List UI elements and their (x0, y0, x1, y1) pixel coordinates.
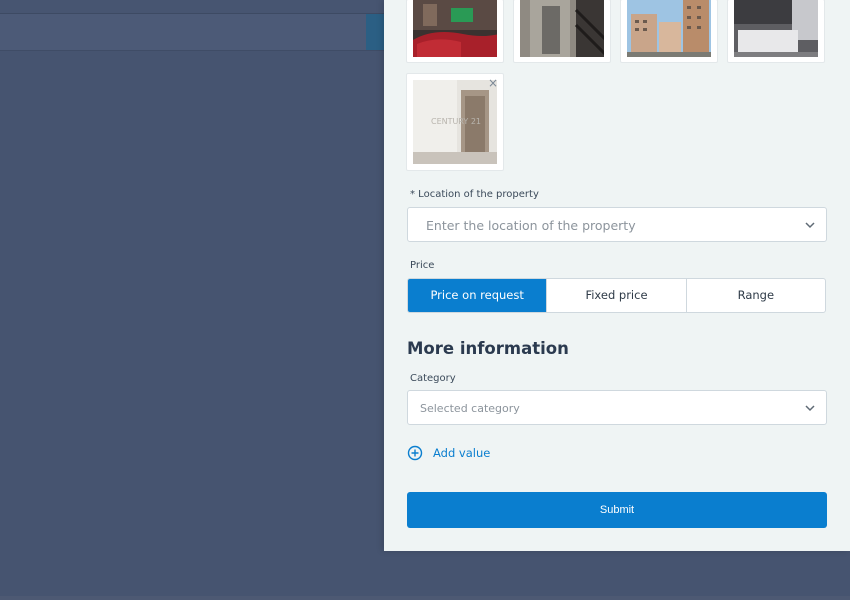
background-top-bar (0, 0, 384, 14)
category-label: Category (410, 373, 456, 384)
photo-thumbnail-stairwell[interactable] (513, 0, 611, 63)
chevron-down-icon (805, 405, 815, 412)
price-option-on-request[interactable]: Price on request (408, 279, 547, 312)
add-value-label: Add value (433, 446, 491, 460)
photo-living-room (413, 0, 497, 57)
remove-photo-icon[interactable]: × (486, 76, 500, 90)
photo-hallway: CENTURY 21 (413, 80, 497, 164)
submit-button[interactable]: Submit (407, 492, 827, 528)
plus-circle-icon (407, 445, 423, 461)
background-footer (0, 596, 850, 600)
location-placeholder: Enter the location of the property (426, 218, 636, 233)
photo-thumbnail-bedroom[interactable] (727, 0, 825, 63)
background-toolbar-accent (366, 14, 384, 50)
photo-thumbnail-building[interactable] (620, 0, 718, 63)
svg-text:CENTURY 21: CENTURY 21 (431, 117, 481, 126)
category-placeholder: Selected category (420, 402, 520, 415)
more-information-title: More information (407, 339, 569, 358)
price-label: Price (410, 260, 435, 271)
photo-bedroom (734, 0, 818, 57)
category-select[interactable]: Selected category (407, 390, 827, 425)
background-toolbar (0, 14, 384, 51)
photo-stairwell (520, 0, 604, 57)
location-select[interactable]: Enter the location of the property (407, 207, 827, 242)
photo-thumbnail-hallway[interactable]: CENTURY 21 × (406, 73, 504, 171)
property-form-panel: CENTURY 21 × * Location of the property … (384, 0, 850, 551)
photo-thumbnail-living-room[interactable] (406, 0, 504, 63)
price-option-range[interactable]: Range (685, 279, 825, 312)
photo-building (627, 0, 711, 57)
price-option-fixed[interactable]: Fixed price (546, 279, 685, 312)
add-value-button[interactable]: Add value (407, 444, 490, 462)
chevron-down-icon (805, 222, 815, 229)
location-label: * Location of the property (410, 189, 539, 200)
price-type-selector: Price on request Fixed price Range (407, 278, 826, 313)
